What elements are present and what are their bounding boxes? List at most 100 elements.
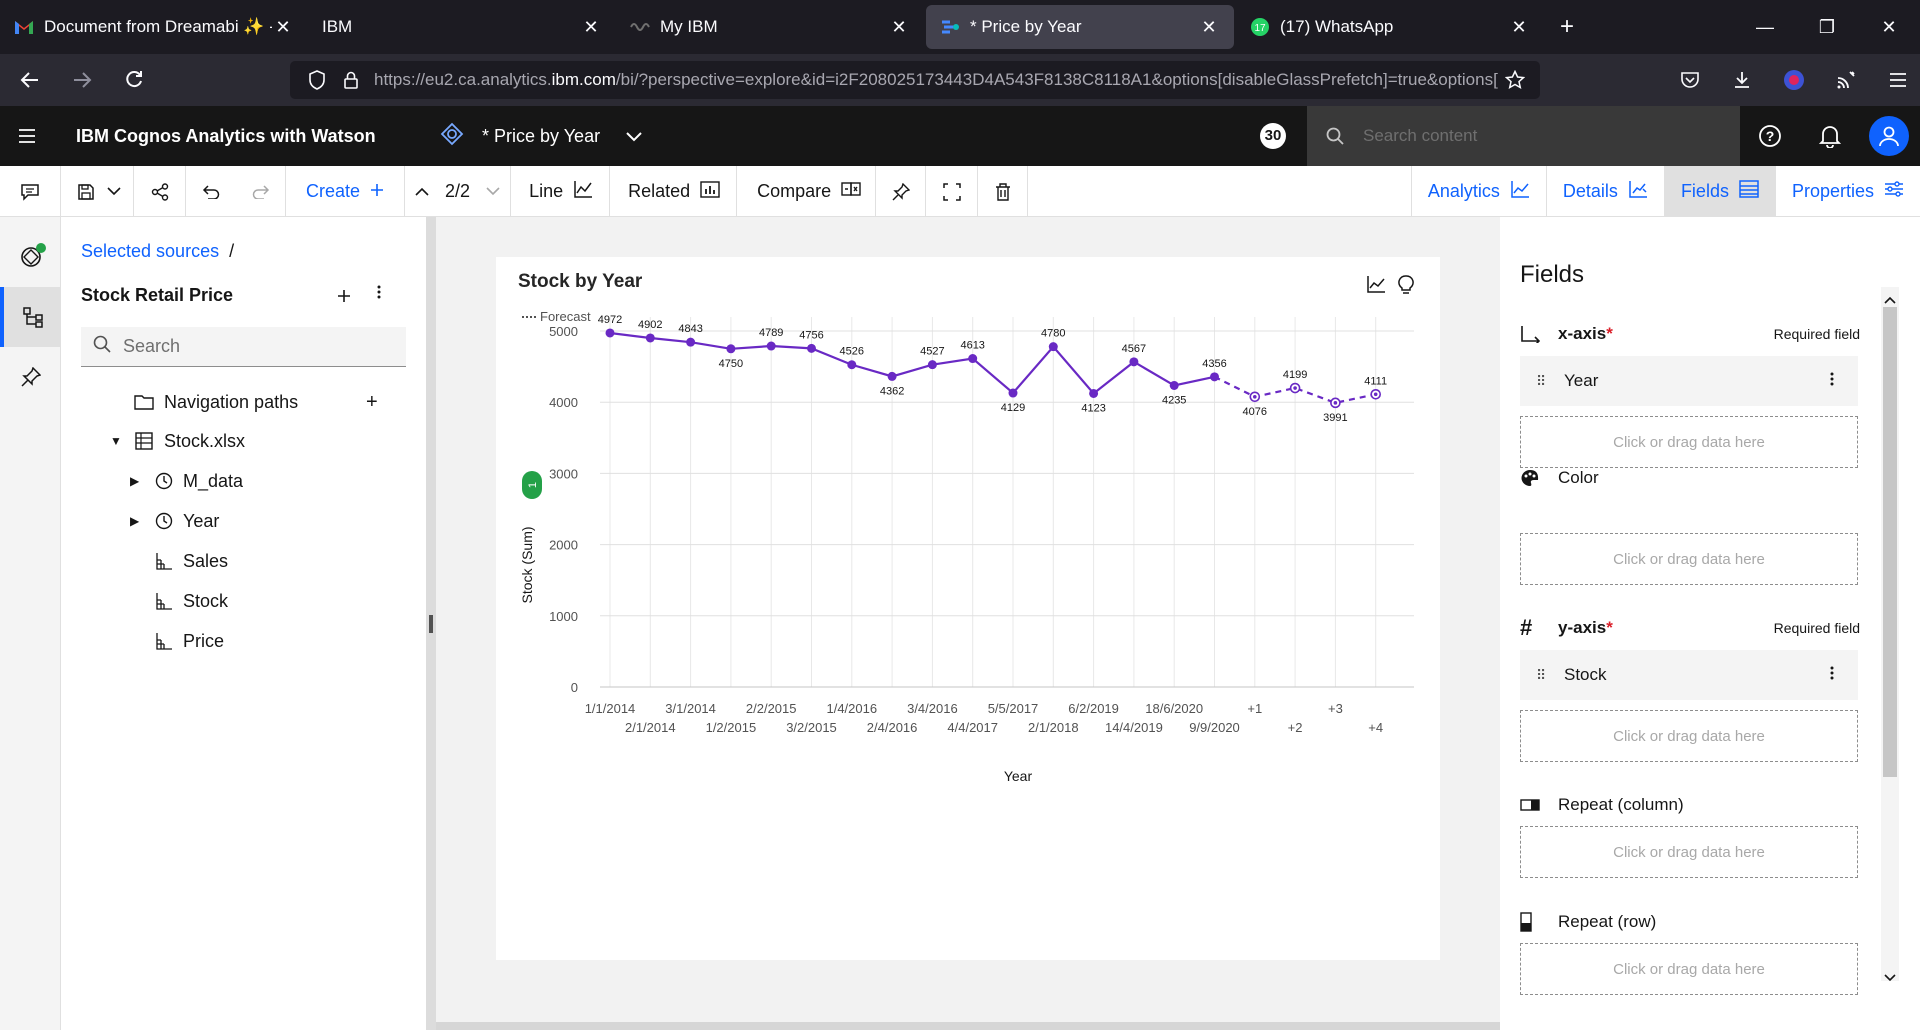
repeat-column-drop-zone[interactable]: Click or drag data here [1520,826,1858,878]
share-icon[interactable] [134,166,186,217]
new-tab-button[interactable]: + [1544,0,1590,54]
exploration-toolbar: Create 2/2 Line Related Compare Analytic… [0,166,1920,217]
url-text[interactable]: https://eu2.ca.analytics.ibm.com/bi/?per… [374,70,1498,90]
content-search[interactable] [1307,106,1740,166]
overflow-menu-icon[interactable] [377,283,381,306]
tree-item-stock-xlsx[interactable]: ▼ Stock.xlsx [61,421,426,461]
color-drop-zone[interactable]: Click or drag data here [1520,533,1858,585]
scroll-up-icon[interactable] [1884,291,1896,309]
next-page-chevron-icon[interactable] [478,166,512,217]
selected-sources-link[interactable]: Selected sources [81,241,219,261]
data-tree-icon[interactable] [0,287,61,347]
notification-count-badge[interactable]: 30 [1260,123,1286,149]
undo-icon[interactable] [186,166,236,217]
help-icon[interactable]: ? [1740,106,1800,166]
browser-tab-myibm[interactable]: My IBM ✕ [616,0,924,54]
pin-panel-icon[interactable] [0,347,61,407]
close-icon[interactable]: ✕ [272,16,294,38]
document-title-switcher[interactable]: * Price by Year [440,106,642,166]
tree-item-label: Year [183,510,220,531]
add-navigation-path-icon[interactable]: + [366,391,378,414]
pin-icon[interactable] [876,166,927,217]
add-source-icon[interactable] [337,283,351,309]
data-point [1169,380,1179,390]
search-input[interactable] [1363,126,1703,146]
tree-item-year[interactable]: ▶ Year [61,501,426,541]
lock-icon[interactable] [334,70,368,90]
address-bar[interactable]: https://eu2.ca.analytics.ibm.com/bi/?per… [290,61,1540,99]
x-axis-drop-zone[interactable]: Click or drag data here [1520,416,1858,468]
shield-icon[interactable] [300,70,334,90]
redo-icon[interactable] [236,166,286,217]
analytics-tab[interactable]: Analytics [1410,166,1546,217]
tree-item-m-data[interactable]: ▶ M_data [61,461,426,501]
tree-item-stock[interactable]: Stock [61,581,426,621]
expand-arrow-icon[interactable]: ▶ [130,474,139,488]
previous-page-chevron-icon[interactable] [405,166,437,217]
x-axis-field-chip[interactable]: ⠿ Year [1520,356,1858,406]
tree-item-price[interactable]: Price [61,621,426,661]
tree-item-sales[interactable]: Sales [61,541,426,581]
hash-icon: # [1520,615,1533,640]
reload-icon[interactable] [112,58,156,102]
chart-trend-icon[interactable] [1366,275,1386,298]
bottom-splitter[interactable] [436,1022,1500,1030]
details-tab[interactable]: Details [1545,166,1664,217]
hamburger-menu-icon[interactable] [0,106,54,166]
source-search[interactable] [81,327,406,367]
comment-icon[interactable] [0,166,61,217]
fields-tab[interactable]: Fields [1663,166,1775,217]
notifications-bell-icon[interactable] [1800,106,1860,166]
browser-menu-icon[interactable] [1876,58,1920,102]
line-chart[interactable]: 0 1000 2000 3000 4000 5000 1/1/2014 2/1/2014 3/1… [496,257,1440,960]
related-button[interactable]: Related [610,166,738,217]
browser-tab-ibm[interactable]: IBM ✕ [308,0,616,54]
repeat-row-drop-zone[interactable]: Click or drag data here [1520,943,1858,995]
expand-arrow-icon[interactable]: ▶ [130,514,139,528]
chevron-down-icon[interactable] [626,126,642,147]
legend-label: Forecast [540,309,591,324]
close-icon[interactable]: ✕ [1198,16,1220,38]
visualization-type-button[interactable]: Line [511,166,611,217]
browser-tab-price-by-year[interactable]: * Price by Year ✕ [926,5,1234,49]
y-axis-drop-zone[interactable]: Click or drag data here [1520,710,1858,762]
overflow-menu-icon[interactable] [1830,665,1834,686]
user-avatar-icon[interactable] [1869,116,1909,156]
restore-icon[interactable]: ❐ [1796,0,1858,54]
browser-tab-gmail[interactable]: Document from Dreamabi ✨ - ✕ [0,0,308,54]
back-icon[interactable] [8,58,52,102]
compare-button[interactable]: Compare [737,166,877,217]
minimize-icon[interactable]: — [1734,0,1796,54]
close-window-icon[interactable]: ✕ [1858,0,1920,54]
expand-arrow-icon[interactable]: ▼ [110,434,122,448]
close-icon[interactable]: ✕ [580,16,602,38]
scrollbar-thumb[interactable] [1883,307,1897,777]
close-icon[interactable]: ✕ [888,16,910,38]
create-button[interactable]: Create [286,166,406,217]
overflow-menu-icon[interactable] [1830,371,1834,392]
extension-icon[interactable] [1772,58,1816,102]
tree-item-navigation-paths[interactable]: Navigation paths + [61,382,426,422]
properties-tab[interactable]: Properties [1774,166,1920,217]
save-icon[interactable] [61,166,103,217]
cast-icon[interactable] [1824,58,1868,102]
data-label: 4129 [1001,402,1025,414]
data-label: 4362 [880,385,904,397]
forward-icon[interactable] [60,58,104,102]
search-input[interactable] [123,336,393,357]
close-icon[interactable]: ✕ [1508,16,1530,38]
browser-tab-whatsapp[interactable]: 17 (17) WhatsApp ✕ [1236,0,1544,54]
save-options-chevron-icon[interactable] [103,166,134,217]
scroll-down-icon[interactable] [1884,969,1896,987]
delete-icon[interactable] [978,166,1029,217]
drag-handle-icon[interactable]: ⠿ [1536,667,1552,684]
assistant-icon[interactable] [0,227,61,287]
select-area-icon[interactable] [926,166,979,217]
pocket-icon[interactable] [1668,58,1712,102]
insights-lightbulb-icon[interactable] [1398,275,1414,300]
splitter-grip-icon[interactable] [429,615,433,633]
y-axis-field-chip[interactable]: ⠿ Stock [1520,650,1858,700]
drag-handle-icon[interactable]: ⠿ [1536,373,1552,390]
download-icon[interactable] [1720,58,1764,102]
bookmark-star-icon[interactable] [1498,70,1532,90]
